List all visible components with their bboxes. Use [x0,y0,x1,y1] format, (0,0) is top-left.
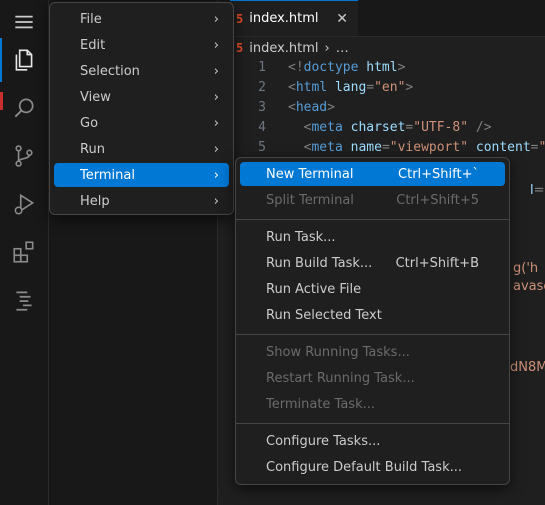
menu-item-help[interactable]: Help › [54,189,229,213]
menu-item-label: Show Running Tasks... [266,344,410,360]
menu-item-edit[interactable]: Edit › [54,33,229,57]
menu-item-label: Configure Default Build Task... [266,459,462,475]
menu-item-view[interactable]: View › [54,85,229,109]
code-fragment: g('h [513,261,539,276]
tab-index-html[interactable]: 5 index.html ✕ [230,0,358,36]
chevron-right-icon: › [213,63,219,79]
menu-item-label: Run Selected Text [266,307,382,323]
code-text: <!doctype html> [288,60,406,75]
menu-item-file[interactable]: File › [54,7,229,31]
code-fragment: dN8My [510,360,545,375]
breadcrumb-more[interactable]: … [336,41,349,56]
menu-item-run-active-file[interactable]: Run Active File [240,277,505,301]
source-control-icon[interactable] [0,134,48,178]
chevron-right-icon: › [213,11,219,27]
menu-item-label: Selection [80,63,140,79]
code-fragment: l='st [530,183,545,198]
menu-item-run-selected-text[interactable]: Run Selected Text [240,303,505,327]
line-number: 3 [258,100,266,115]
menu-item-run-build-task[interactable]: Run Build Task... Ctrl+Shift+B [240,251,505,275]
menu-separator [236,423,509,424]
menu-item-terminal[interactable]: Terminal › [54,163,229,187]
menu-item-label: Help [80,193,110,209]
chevron-right-icon: › [213,167,219,183]
menu-item-label: Run Active File [266,281,362,297]
terminal-submenu: New Terminal Ctrl+Shift+` Split Terminal Ct… [235,157,510,485]
menu-item-label: Run Build Task... [266,255,373,271]
menu-item-label: Terminal [80,167,135,183]
menu-item-split-terminal: Split Terminal Ctrl+Shift+5 [240,188,505,212]
menu-item-label: Split Terminal [266,192,354,208]
code-text: <meta charset="UTF-8" /> [288,120,492,135]
line-number: 4 [258,120,266,135]
tab-bar: 5 index.html ✕ [218,0,545,37]
line-number: 1 [258,60,266,75]
menu-item-label: Restart Running Task... [266,370,415,386]
breadcrumb-file[interactable]: index.html [249,41,318,56]
menu-item-run-task[interactable]: Run Task... [240,225,505,249]
menu-item-terminate-task: Terminate Task... [240,392,505,416]
code-text: <html lang="en"> [288,80,414,95]
tab-label: index.html [249,11,319,26]
menu-item-new-terminal[interactable]: New Terminal Ctrl+Shift+` [240,162,505,186]
menu-item-selection[interactable]: Selection › [54,59,229,83]
search-icon[interactable] [0,86,48,130]
chevron-right-icon: › [213,115,219,131]
explorer-icon[interactable] [0,38,48,82]
chevron-right-icon: › [213,37,219,53]
menu-item-label: View [80,89,111,105]
menu-item-label: File [80,11,102,27]
keyboard-shortcut: Ctrl+Shift+5 [396,192,479,208]
menu-item-restart-running-task: Restart Running Task... [240,366,505,390]
menu-separator [236,334,509,335]
menu-item-label: Terminate Task... [266,396,376,412]
chevron-right-icon: › [213,141,219,157]
html5-icon: 5 [236,11,244,26]
keyboard-shortcut: Ctrl+Shift+` [398,166,479,182]
menu-item-label: Run [80,141,105,157]
code-fragment: avasc [513,279,545,294]
code-text: <head> [288,100,335,115]
chevron-right-icon: › [213,193,219,209]
menu-item-label: Configure Tasks... [266,433,381,449]
code-text: <meta name="viewport" content=" [288,140,545,155]
menu-item-label: Run Task... [266,229,336,245]
menu-item-show-running-tasks: Show Running Tasks... [240,340,505,364]
line-number: 5 [258,140,266,155]
outline-icon[interactable] [0,278,48,322]
menu-item-label: Go [80,115,99,131]
chevron-right-icon: › [213,89,219,105]
keyboard-shortcut: Ctrl+Shift+B [395,255,479,271]
close-icon[interactable]: ✕ [336,11,348,27]
menu-separator [236,219,509,220]
menu-item-go[interactable]: Go › [54,111,229,135]
breadcrumb: 5 index.html › … [236,39,349,57]
html5-icon: 5 [236,41,244,55]
extensions-icon[interactable] [0,230,48,274]
menu-item-configure-tasks[interactable]: Configure Tasks... [240,429,505,453]
menu-item-label: New Terminal [266,166,354,182]
menu-item-label: Edit [80,37,106,53]
activity-bar [0,0,49,505]
menu-item-configure-default-build-task[interactable]: Configure Default Build Task... [240,455,505,479]
chevron-right-icon: › [324,40,330,56]
menu-bar-dropdown: File › Edit › Selection › View › Go › Run › Terminal… [49,2,234,215]
run-debug-icon[interactable] [0,182,48,226]
line-number: 2 [258,80,266,95]
menu-item-run[interactable]: Run › [54,137,229,161]
